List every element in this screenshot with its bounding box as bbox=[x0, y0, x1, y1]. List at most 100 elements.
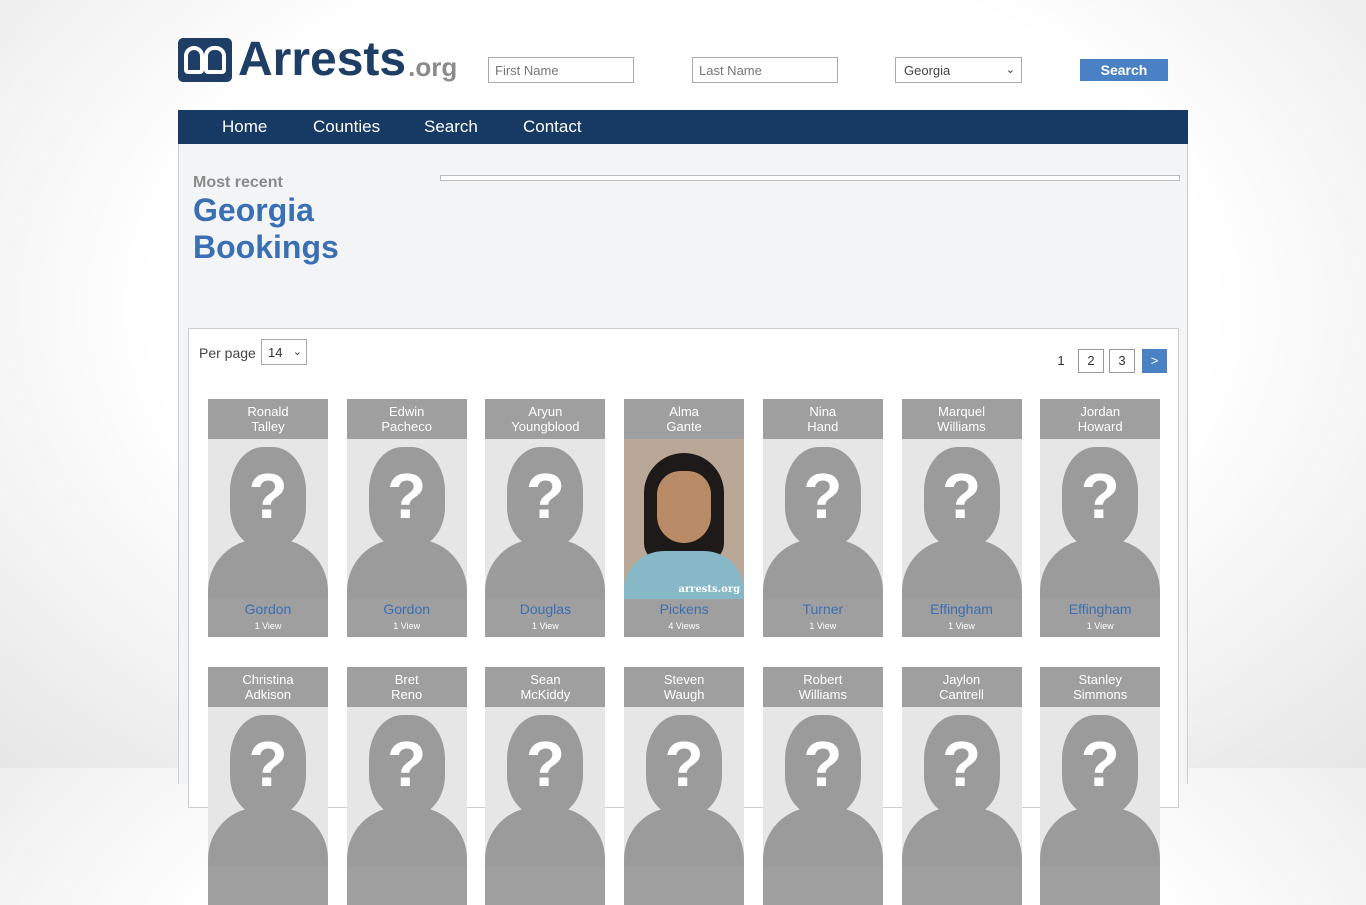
last-name: Reno bbox=[391, 687, 423, 702]
unknown-person-icon[interactable]: ? bbox=[208, 707, 328, 867]
unknown-person-icon[interactable]: ? bbox=[346, 707, 467, 867]
view-count: 1 View bbox=[948, 621, 975, 631]
booking-name[interactable]: Marquel Williams bbox=[902, 399, 1022, 439]
booking-name[interactable]: Aryun Youngblood bbox=[485, 399, 605, 439]
last-name: Simmons bbox=[1073, 687, 1128, 702]
site-header: Arrests .org First Name Last Name Georgi… bbox=[0, 0, 1366, 110]
last-name: Talley bbox=[251, 419, 285, 434]
booking-card[interactable]: Christina Adkison? bbox=[208, 667, 328, 905]
nav-search[interactable]: Search bbox=[424, 110, 478, 144]
county-link[interactable]: Pickens bbox=[624, 601, 744, 617]
first-name: Edwin bbox=[388, 404, 425, 419]
last-name: Gante bbox=[666, 419, 702, 434]
county-link[interactable]: Effingham bbox=[1040, 601, 1160, 617]
view-count: 1 View bbox=[1086, 621, 1114, 631]
unknown-person-icon[interactable]: ? bbox=[762, 439, 883, 599]
unknown-person-icon[interactable]: ? bbox=[1040, 439, 1161, 599]
first-name: Nina bbox=[809, 404, 837, 419]
booking-name[interactable]: Edwin Pacheco bbox=[347, 399, 467, 439]
nav-counties[interactable]: Counties bbox=[313, 110, 380, 144]
search-button[interactable]: Search bbox=[1080, 59, 1168, 81]
last-name: Pacheco bbox=[381, 419, 432, 434]
nav-contact[interactable]: Contact bbox=[523, 110, 582, 144]
county-link[interactable]: Effingham bbox=[902, 601, 1022, 617]
mugshot-photo[interactable]: arrests.org bbox=[624, 439, 745, 599]
first-name: Robert bbox=[803, 672, 843, 687]
first-name: Steven bbox=[663, 672, 705, 687]
first-name-input[interactable]: First Name bbox=[488, 57, 634, 83]
booking-card[interactable]: Robert Williams? bbox=[762, 667, 883, 905]
last-name: Hand bbox=[807, 419, 839, 434]
kicker: Most recent bbox=[193, 174, 283, 191]
county-link[interactable]: Turner bbox=[763, 601, 883, 617]
unknown-person-icon[interactable]: ? bbox=[1040, 707, 1161, 867]
state-select-value: Georgia bbox=[904, 63, 951, 78]
booking-card[interactable]: Edwin Pacheco? Gordon 1 View bbox=[346, 399, 467, 637]
booking-card[interactable]: Ronald Talley? Gordon 1 View bbox=[208, 399, 328, 637]
county-link[interactable]: Gordon bbox=[208, 601, 328, 617]
view-count: 4 Views bbox=[668, 621, 700, 631]
title-line-1: Georgia bbox=[193, 192, 314, 228]
unknown-person-icon[interactable]: ? bbox=[485, 439, 606, 599]
unknown-person-icon[interactable]: ? bbox=[762, 707, 883, 867]
unknown-person-icon[interactable]: ? bbox=[208, 439, 328, 599]
booking-card[interactable]: Jaylon Cantrell? bbox=[901, 667, 1022, 905]
first-name: Jordan bbox=[1080, 404, 1121, 419]
unknown-person-icon[interactable]: ? bbox=[901, 707, 1022, 867]
booking-card[interactable]: Steven Waugh? bbox=[624, 667, 745, 905]
watermark: arrests.org bbox=[678, 584, 741, 595]
county-link[interactable]: Gordon bbox=[347, 601, 467, 617]
per-page-value: 14 bbox=[268, 345, 283, 360]
booking-card[interactable]: Aryun Youngblood? Douglas 1 View bbox=[485, 399, 606, 637]
last-name: Adkison bbox=[244, 687, 292, 702]
booking-name[interactable]: Robert Williams bbox=[763, 667, 883, 707]
booking-card[interactable]: Sean McKiddy? bbox=[485, 667, 606, 905]
view-count: 1 View bbox=[393, 621, 421, 631]
booking-name[interactable]: Jaylon Cantrell bbox=[902, 667, 1022, 707]
site-logo[interactable]: Arrests .org bbox=[178, 34, 457, 84]
booking-card[interactable]: Jordan Howard? Effingham 1 View bbox=[1040, 399, 1161, 637]
unknown-person-icon[interactable]: ? bbox=[901, 439, 1022, 599]
first-name: Christina bbox=[242, 672, 294, 687]
county-link[interactable]: Douglas bbox=[485, 601, 605, 617]
booking-name[interactable]: Bret Reno bbox=[347, 667, 467, 707]
pagination-next[interactable]: > bbox=[1142, 349, 1167, 373]
first-name: Jaylon bbox=[942, 672, 981, 687]
pagination-page-2[interactable]: 2 bbox=[1078, 349, 1104, 373]
last-name: Williams bbox=[798, 687, 847, 702]
booking-name[interactable]: Ronald Talley bbox=[208, 399, 328, 439]
unknown-person-icon[interactable]: ? bbox=[485, 707, 606, 867]
handcuffs-icon bbox=[178, 38, 232, 82]
booking-name[interactable]: Alma Gante bbox=[624, 399, 744, 439]
pagination-page-3[interactable]: 3 bbox=[1109, 349, 1135, 373]
view-count: 1 View bbox=[254, 621, 282, 631]
title-line-2: Bookings bbox=[193, 229, 339, 265]
last-name: Howard bbox=[1077, 419, 1123, 434]
first-name: Aryun bbox=[528, 404, 563, 419]
last-name: McKiddy bbox=[520, 687, 571, 702]
per-page-select[interactable]: 14 ⌄ bbox=[261, 339, 307, 365]
first-name: Bret bbox=[394, 672, 419, 687]
booking-card[interactable]: Alma Gante arrests.org Pickens 4 Views bbox=[624, 399, 745, 637]
booking-name[interactable]: Stanley Simmons bbox=[1040, 667, 1160, 707]
state-select[interactable]: Georgia ⌄ bbox=[895, 57, 1022, 83]
last-name: Cantrell bbox=[939, 687, 984, 702]
booking-name[interactable]: Sean McKiddy bbox=[485, 667, 605, 707]
booking-name[interactable]: Steven Waugh bbox=[624, 667, 744, 707]
unknown-person-icon[interactable]: ? bbox=[624, 707, 745, 867]
booking-card[interactable]: Stanley Simmons? bbox=[1040, 667, 1161, 905]
booking-card[interactable]: Bret Reno? bbox=[346, 667, 467, 905]
booking-name[interactable]: Nina Hand bbox=[763, 399, 883, 439]
booking-name[interactable]: Jordan Howard bbox=[1040, 399, 1160, 439]
page-title: Georgia Bookings bbox=[193, 192, 339, 266]
last-name-input[interactable]: Last Name bbox=[692, 57, 838, 83]
view-count: 1 View bbox=[531, 621, 559, 631]
nav-home[interactable]: Home bbox=[222, 110, 267, 144]
main-content: Most recent Georgia Bookings Per page 14… bbox=[178, 144, 1188, 905]
unknown-person-icon[interactable]: ? bbox=[346, 439, 467, 599]
booking-card[interactable]: Marquel Williams? Effingham 1 View bbox=[901, 399, 1022, 637]
first-name: Alma bbox=[669, 404, 699, 419]
booking-name[interactable]: Christina Adkison bbox=[208, 667, 328, 707]
booking-card[interactable]: Nina Hand? Turner 1 View bbox=[762, 399, 883, 637]
last-name: Williams bbox=[937, 419, 986, 434]
